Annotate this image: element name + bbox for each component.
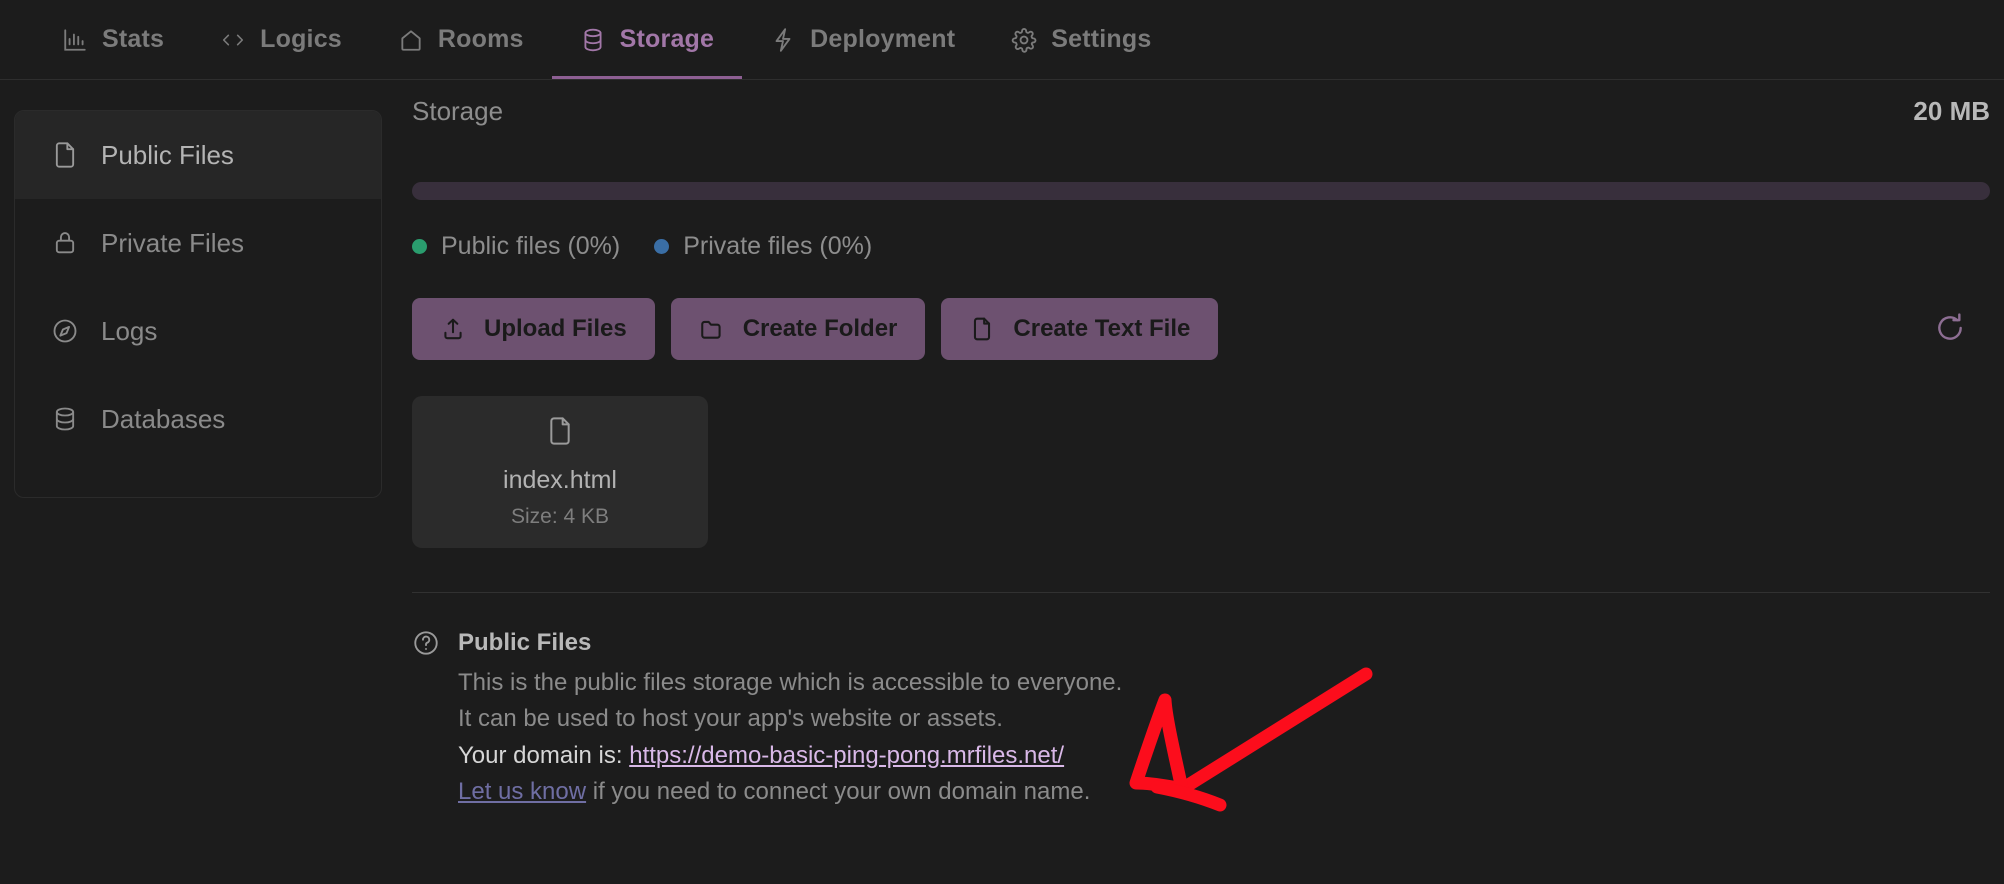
upload-files-label: Upload Files (484, 315, 627, 342)
lightning-icon (770, 27, 796, 53)
legend-private-files: Private files (0%) (654, 232, 872, 261)
sidebar-item-databases[interactable]: Databases (15, 375, 381, 463)
info-contact-line: Let us know if you need to connect your … (458, 774, 1122, 810)
info-body: Public Files This is the public files st… (458, 627, 1122, 811)
sidebar-item-label: Logs (101, 315, 158, 346)
public-files-dot (412, 238, 427, 254)
file-size: Size: 4 KB (510, 505, 610, 528)
code-icon (220, 27, 246, 53)
file-icon (969, 316, 995, 342)
page-title: Storage (412, 96, 504, 126)
lock-icon (51, 229, 79, 257)
top-navigation: Stats Logics Rooms Storage Deployment Se… (0, 0, 2004, 80)
storage-total-label: 20 MB (1913, 96, 1990, 126)
let-us-know-link[interactable]: Let us know (458, 778, 586, 805)
create-text-file-button[interactable]: Create Text File (941, 298, 1219, 360)
gear-icon (1011, 27, 1037, 53)
file-card-index-html[interactable]: index.html Size: 4 KB (412, 396, 708, 548)
domain-url-link[interactable]: https://demo-basic-ping-pong.mrfiles.net… (629, 742, 1064, 769)
tab-stats[interactable]: Stats (34, 0, 192, 79)
refresh-icon (1934, 312, 1966, 347)
file-icon (51, 141, 79, 169)
file-icon (545, 415, 575, 452)
sidebar-item-label: Private Files (101, 227, 245, 258)
info-line-1: This is the public files storage which i… (458, 669, 1123, 696)
sidebar-item-logs[interactable]: Logs (15, 287, 381, 375)
action-toolbar: Upload Files Create Folder Create Text F… (412, 298, 1990, 360)
create-text-file-label: Create Text File (1013, 315, 1191, 342)
tab-rooms-label: Rooms (437, 25, 524, 53)
bar-chart-icon (62, 27, 88, 53)
legend-label: Public files (0%) (441, 231, 621, 260)
sidebar-item-label: Databases (101, 403, 226, 434)
tab-logics-label: Logics (260, 25, 342, 53)
tab-deployment[interactable]: Deployment (742, 0, 983, 79)
storage-page: Stats Logics Rooms Storage Deployment Se… (0, 0, 2004, 884)
question-circle-icon (412, 627, 440, 811)
legend-public-files: Public files (0%) (412, 232, 620, 261)
contact-rest: if you need to connect your own domain n… (586, 778, 1091, 806)
compass-icon (51, 317, 79, 345)
database-icon (580, 27, 606, 53)
info-domain-line: Your domain is: https://demo-basic-ping-… (458, 738, 1122, 774)
storage-progress-bar (412, 182, 1990, 200)
folder-icon (699, 316, 725, 342)
tab-stats-label: Stats (102, 25, 165, 53)
tab-storage-label: Storage (619, 25, 715, 53)
tab-logics[interactable]: Logics (192, 0, 370, 79)
private-files-dot (654, 238, 670, 254)
upload-icon (440, 316, 466, 342)
tab-deployment-label: Deployment (810, 25, 956, 53)
legend-label: Private files (0%) (683, 231, 873, 260)
tab-storage[interactable]: Storage (551, 0, 743, 79)
storage-main: Storage 20 MB Public files (0%) Private … (412, 96, 1990, 811)
sidebar-item-private-files[interactable]: Private Files (15, 199, 381, 287)
info-panel: Public Files This is the public files st… (412, 627, 1990, 811)
refresh-button[interactable] (1928, 307, 1972, 351)
create-folder-label: Create Folder (742, 315, 898, 342)
sidebar-item-label: Public Files (101, 139, 234, 170)
section-divider (412, 592, 1990, 593)
sidebar-item-public-files[interactable]: Public Files (15, 111, 381, 199)
info-line-2: It can be used to host your app's websit… (458, 705, 1003, 733)
upload-files-button[interactable]: Upload Files (412, 298, 655, 360)
info-title: Public Files (458, 629, 592, 656)
tab-settings[interactable]: Settings (983, 0, 1179, 79)
file-name: index.html (503, 466, 617, 494)
file-list: index.html Size: 4 KB (412, 396, 1990, 548)
storage-header: Storage 20 MB (412, 96, 1990, 164)
storage-legend: Public files (0%) Private files (0%) (412, 228, 1990, 264)
tab-settings-label: Settings (1051, 25, 1152, 53)
domain-prefix: Your domain is: (458, 741, 623, 769)
create-folder-button[interactable]: Create Folder (670, 298, 926, 360)
tab-rooms[interactable]: Rooms (370, 0, 552, 79)
home-icon (398, 27, 424, 53)
storage-sidebar: Public Files Private Files Logs Database… (14, 110, 382, 498)
database-icon (51, 405, 79, 433)
